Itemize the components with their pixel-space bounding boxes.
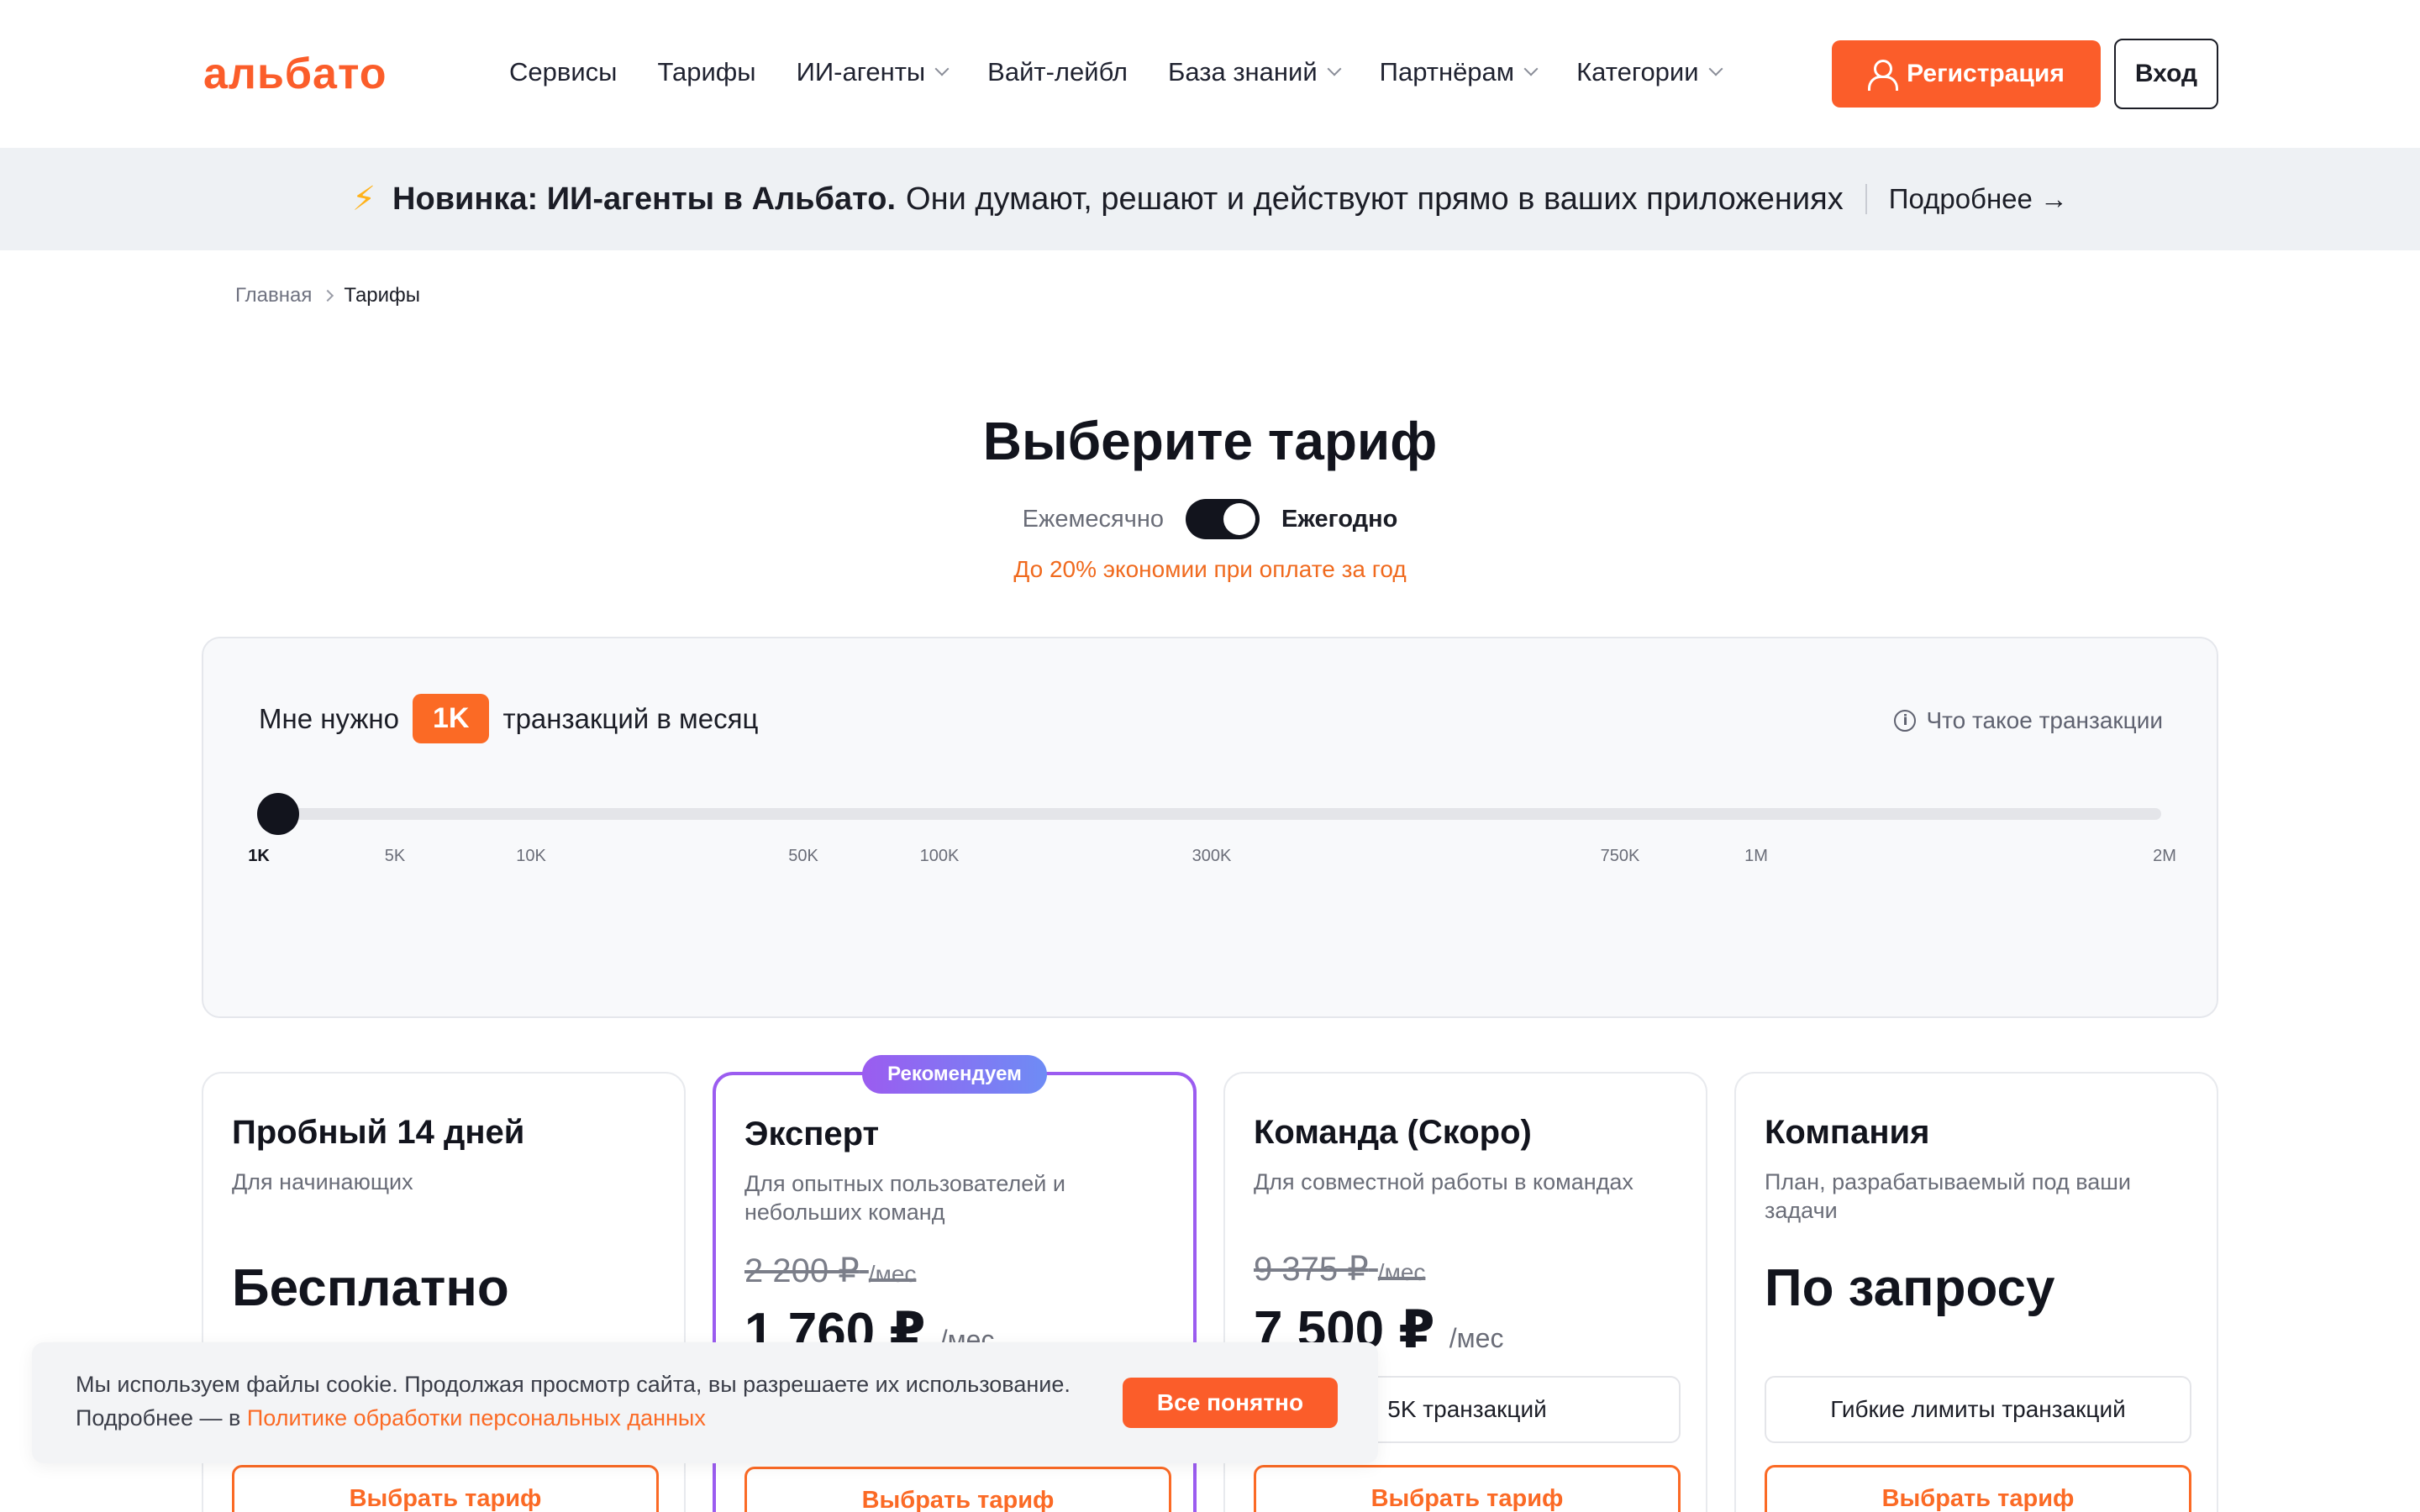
nav-item-white-label[interactable]: Вайт-лейбл	[987, 57, 1128, 87]
info-icon: i	[1894, 710, 1917, 732]
user-icon	[1868, 60, 1899, 91]
plan-title: Компания	[1765, 1114, 1930, 1151]
plan-old-price: 9 375 ₽ /мес	[1254, 1251, 1426, 1288]
recommended-badge: Рекомендуем	[862, 1055, 1047, 1094]
yearly-label[interactable]: Ежегодно	[1281, 506, 1397, 533]
cookie-banner: Мы используем файлы cookie. Продолжая пр…	[32, 1342, 1378, 1463]
breadcrumb-current: Тарифы	[344, 284, 421, 307]
slider-tick[interactable]: 50K	[788, 847, 818, 866]
plan-subtitle: План, разрабатываемый под ваши задачи	[1765, 1169, 2131, 1223]
slider-tick[interactable]: 2M	[2153, 847, 2176, 866]
transactions-need: Мне нужно 1K транзакций в месяц	[259, 694, 758, 743]
logo[interactable]: альбато	[203, 49, 387, 99]
need-prefix: Мне нужно	[259, 702, 399, 734]
banner-more-link[interactable]: Подробнее →	[1889, 183, 2068, 215]
slider-tick[interactable]: 750K	[1601, 847, 1640, 866]
plan-card-company: Компания План, разрабатываемый под ваши …	[1734, 1072, 2218, 1512]
nav-item-knowledge-base[interactable]: База знаний	[1168, 57, 1342, 87]
nav-item-services[interactable]: Сервисы	[509, 57, 617, 87]
announcement-banner: ⚡ Новинка: ИИ-агенты в Альбато. Они дума…	[0, 148, 2420, 250]
register-button[interactable]: Регистрация	[1832, 40, 2101, 108]
login-button[interactable]: Вход	[2114, 39, 2218, 109]
plan-title: Команда (Скоро)	[1254, 1114, 1532, 1151]
chevron-down-icon	[1708, 61, 1723, 76]
transactions-value-badge: 1K	[412, 694, 490, 743]
billing-period-switch[interactable]	[1186, 499, 1260, 539]
choose-plan-button[interactable]: Выбрать тариф	[232, 1465, 659, 1512]
what-are-transactions-link[interactable]: i Что такое транзакции	[1894, 707, 2163, 734]
plan-price: Бесплатно	[232, 1259, 509, 1317]
plan-price: По запросу	[1765, 1259, 2055, 1317]
cookie-accept-button[interactable]: Все понятно	[1123, 1378, 1338, 1428]
slider-tick[interactable]: 300K	[1192, 847, 1232, 866]
chevron-down-icon	[934, 61, 950, 76]
billing-toggle-row: Ежемесячно Ежегодно	[0, 499, 2420, 539]
nav-item-pricing[interactable]: Тарифы	[657, 57, 755, 87]
page-title: Выберите тариф	[982, 411, 1438, 471]
chevron-down-icon	[1523, 61, 1539, 76]
plan-subtitle: Для начинающих	[232, 1169, 413, 1194]
main-nav: Сервисы Тарифы ИИ-агенты Вайт-лейбл База…	[509, 57, 1723, 87]
site-header: альбато Сервисы Тарифы ИИ-агенты Вайт-ле…	[0, 0, 2420, 148]
slider-tick[interactable]: 1M	[1744, 847, 1768, 866]
chevron-down-icon	[1327, 61, 1342, 76]
chevron-right-icon	[322, 289, 334, 302]
plan-limit-pill: Гибкие лимиты транзакций	[1765, 1376, 2191, 1443]
privacy-policy-link[interactable]: Политике обработки персональных данных	[247, 1405, 706, 1431]
banner-text: Они думают, решают и действуют прямо в в…	[906, 181, 1844, 217]
nav-item-categories[interactable]: Категории	[1576, 57, 1723, 87]
plan-subtitle: Для опытных пользователей и небольших ко…	[744, 1171, 1065, 1225]
slider-tick[interactable]: 10K	[516, 847, 546, 866]
nav-item-ai-agents[interactable]: ИИ-агенты	[797, 57, 950, 87]
slider-track[interactable]	[279, 808, 2161, 820]
choose-plan-button[interactable]: Выбрать тариф	[744, 1467, 1171, 1512]
choose-plan-button[interactable]: Выбрать тариф	[1765, 1465, 2191, 1512]
monthly-label[interactable]: Ежемесячно	[1023, 506, 1164, 533]
slider-tick[interactable]: 1K	[248, 847, 270, 866]
slider-tick[interactable]: 100K	[920, 847, 960, 866]
plan-old-price: 2 200 ₽ /мес	[744, 1252, 917, 1289]
breadcrumb: Главная Тарифы	[235, 284, 420, 307]
choose-plan-button[interactable]: Выбрать тариф	[1254, 1465, 1681, 1512]
banner-divider	[1865, 184, 1867, 214]
transactions-panel: Мне нужно 1K транзакций в месяц i Что та…	[202, 637, 2218, 1018]
slider-tick[interactable]: 5K	[385, 847, 405, 866]
savings-note: До 20% экономии при оплате за год	[1013, 556, 1407, 582]
breadcrumb-home[interactable]: Главная	[235, 284, 312, 307]
banner-headline: Новинка: ИИ-агенты в Альбато.	[392, 181, 897, 217]
slider-thumb[interactable]	[257, 793, 299, 835]
need-suffix: транзакций в месяц	[502, 702, 759, 734]
plan-title: Пробный 14 дней	[232, 1114, 525, 1151]
lightning-icon: ⚡	[351, 181, 376, 218]
plan-subtitle: Для совместной работы в командах	[1254, 1169, 1634, 1194]
cookie-text: Мы используем файлы cookie. Продолжая пр…	[76, 1372, 1071, 1431]
plan-title: Эксперт	[744, 1116, 880, 1152]
nav-item-partners[interactable]: Партнёрам	[1380, 57, 1539, 87]
switch-knob	[1223, 503, 1256, 535]
